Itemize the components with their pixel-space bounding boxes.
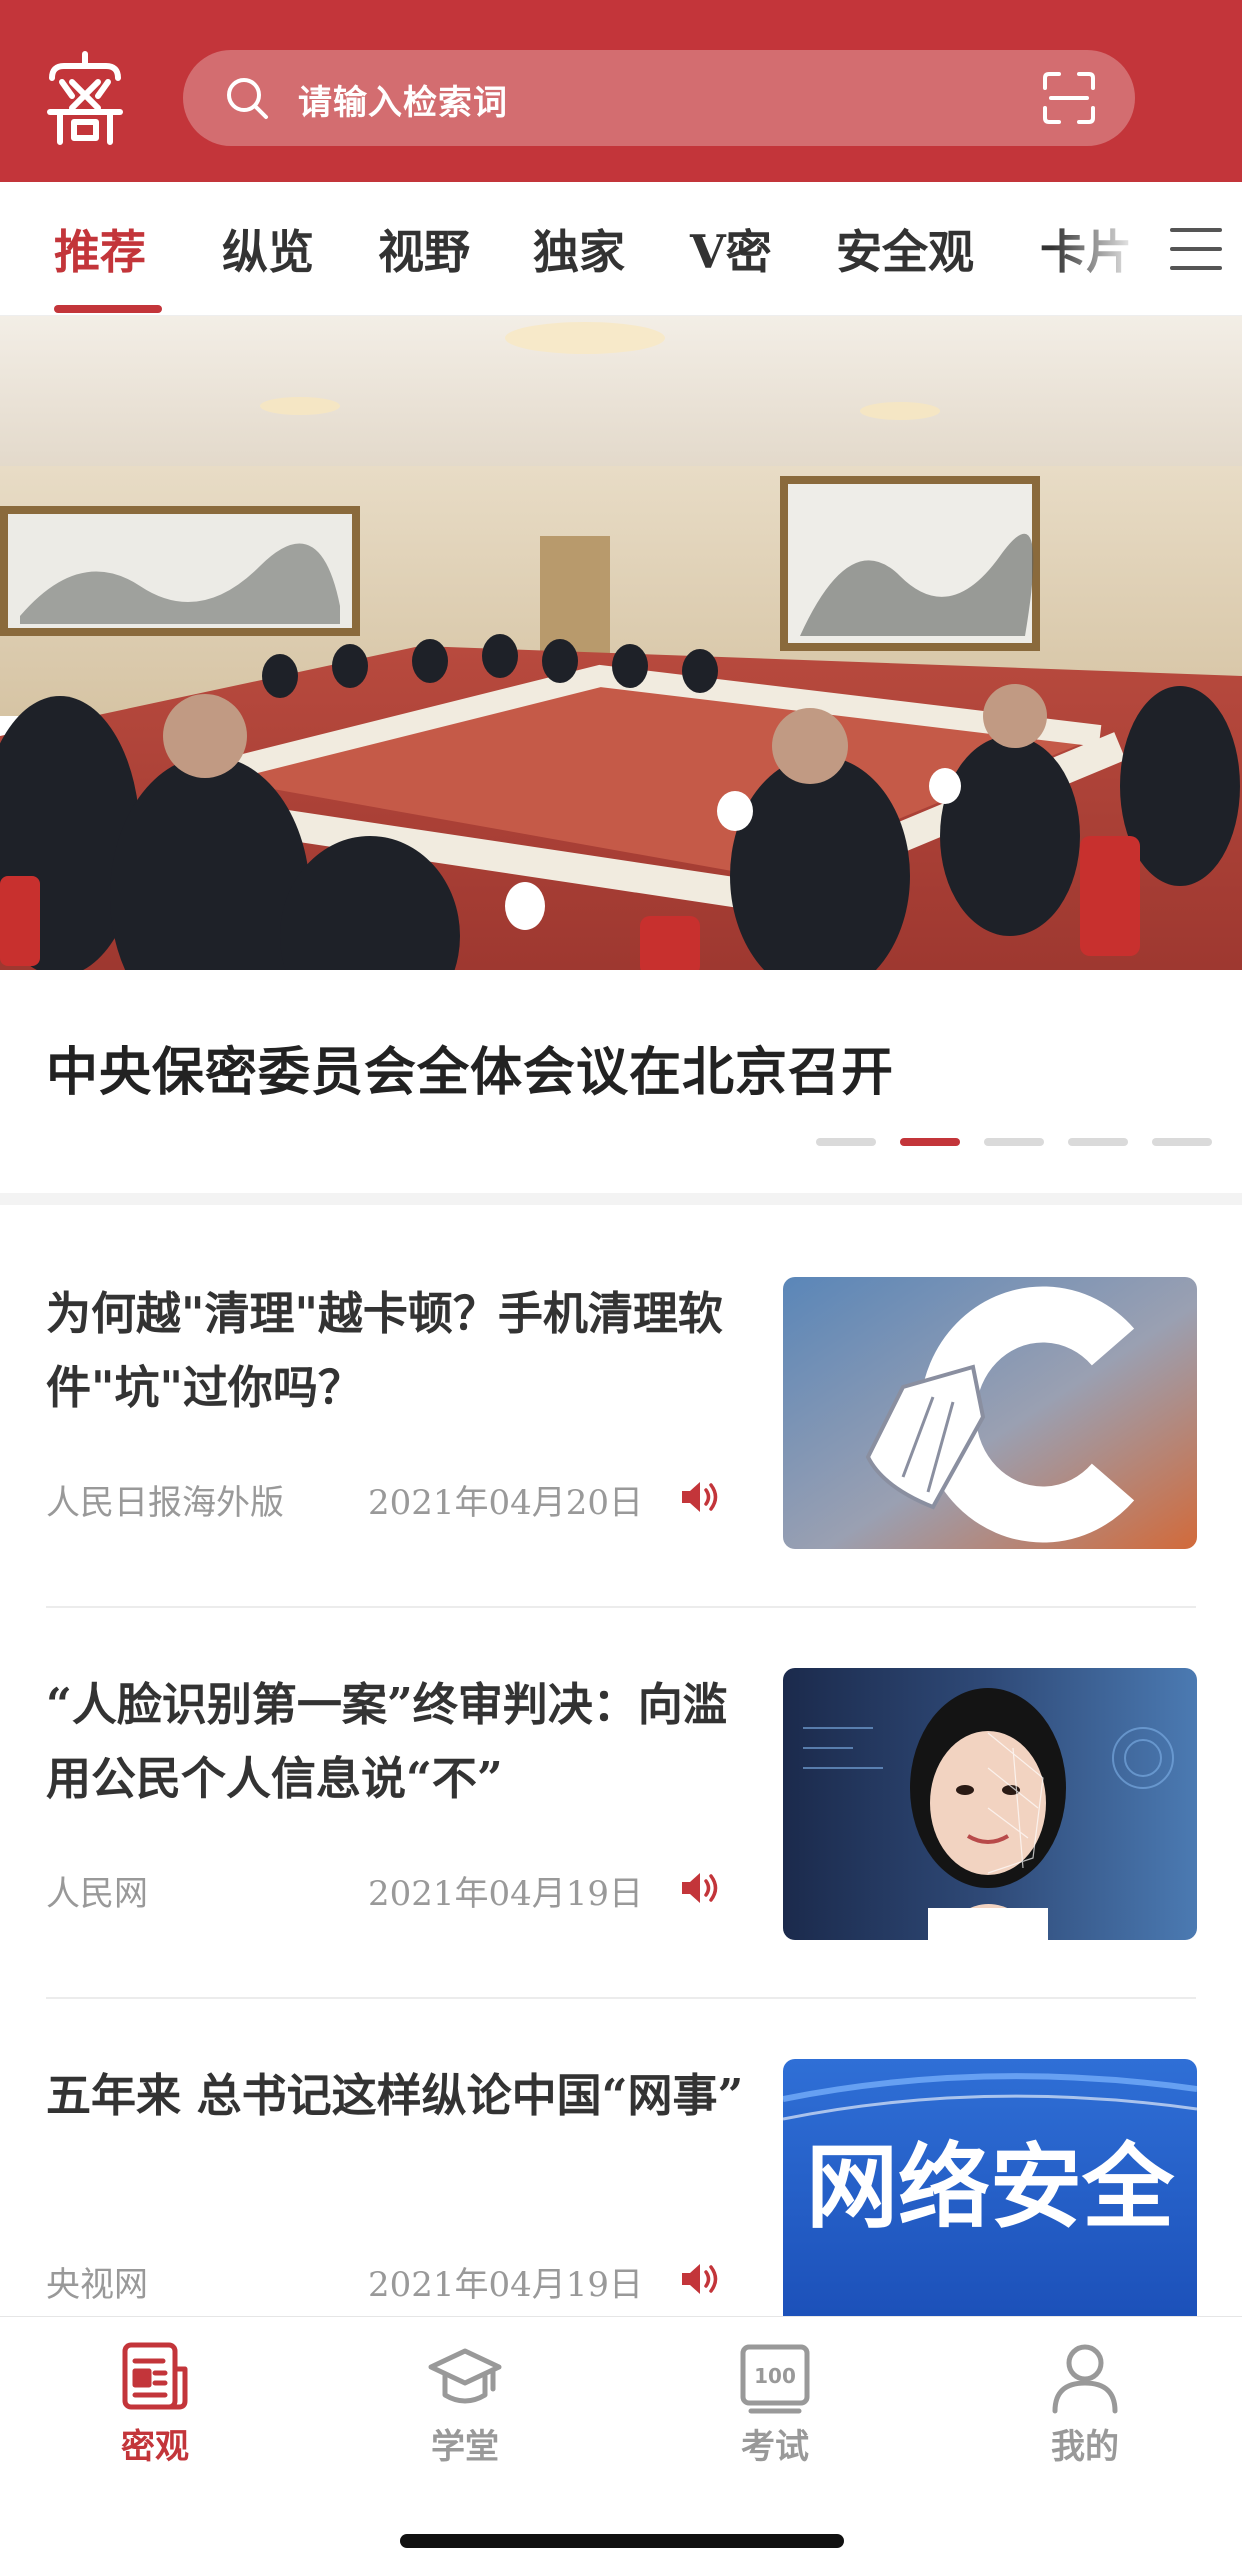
news-date: 2021年04月19日: [368, 1874, 644, 1914]
person-icon: [1052, 2344, 1118, 2414]
news-item[interactable]: “人脸识别第一案”终审判决：向滥用公民个人信息说“不” 人民网 2021年04月…: [46, 1608, 1197, 1999]
news-meta: 人民日报海外版 2021年04月20日: [46, 1475, 746, 1525]
nav-label: 密观: [121, 2427, 189, 2467]
nav-label: 学堂: [431, 2427, 499, 2467]
app-header: 请输入检索词: [0, 0, 1242, 182]
news-thumbnail[interactable]: [783, 1668, 1197, 1940]
score-100-icon: 100: [740, 2344, 810, 2414]
tab-recommend[interactable]: 推荐: [54, 216, 146, 282]
banner-meeting-photo: [0, 316, 1242, 970]
speaker-icon[interactable]: [680, 1479, 720, 1515]
svg-text:100: 100: [754, 2364, 796, 2388]
tabs-fade-overlay: [1052, 182, 1142, 315]
newspaper-icon: [122, 2342, 188, 2410]
banner-title[interactable]: 中央保密委员会全体会议在北京召开: [46, 1030, 894, 1105]
news-title[interactable]: 五年来 总书记这样纵论中国“网事”: [46, 2059, 746, 2133]
speaker-icon[interactable]: [680, 2261, 720, 2297]
tab-exclusive[interactable]: 独家: [533, 216, 625, 282]
nav-miguan[interactable]: 密观: [75, 2339, 235, 2468]
tab-v-mi[interactable]: V密: [690, 216, 772, 282]
news-date: 2021年04月19日: [368, 2265, 644, 2305]
active-tab-indicator: [54, 305, 162, 313]
category-tabs: 推荐 纵览 视野 独家 V密 安全观 卡片: [0, 182, 1242, 316]
nav-label: 我的: [1051, 2427, 1119, 2467]
seal-logo-icon[interactable]: [40, 48, 130, 148]
scan-icon[interactable]: [1041, 70, 1097, 126]
bottom-navigation: 密观 学堂 100 考试 我的: [0, 2316, 1242, 2570]
news-meta: 人民网 2021年04月19日: [46, 1866, 746, 1916]
face-recognition-image: [783, 1668, 1197, 1940]
nav-wode[interactable]: 我的: [1005, 2339, 1165, 2468]
carousel-dot-active[interactable]: [900, 1138, 960, 1146]
tab-overview[interactable]: 纵览: [222, 216, 314, 282]
news-thumbnail[interactable]: [783, 1277, 1197, 1549]
menu-lines-icon[interactable]: [1168, 224, 1224, 274]
graduation-cap-icon: [428, 2348, 502, 2404]
news-meta: 央视网 2021年04月19日: [46, 2257, 746, 2307]
news-title[interactable]: 为何越"清理"越卡顿？手机清理软件"坑"过你吗？: [46, 1277, 746, 1425]
news-title[interactable]: “人脸识别第一案”终审判决：向滥用公民个人信息说“不”: [46, 1668, 746, 1816]
network-security-image: 网络安全: [783, 2059, 1197, 2331]
search-icon: [227, 78, 268, 119]
search-input[interactable]: 请输入检索词: [298, 75, 508, 124]
home-indicator[interactable]: [400, 2534, 844, 2548]
banner-caption-card[interactable]: 中央保密委员会全体会议在北京召开: [0, 970, 1242, 1205]
news-item[interactable]: 为何越"清理"越卡顿？手机清理软件"坑"过你吗？ 人民日报海外版 2021年04…: [46, 1217, 1197, 1608]
news-source: 人民网: [46, 1874, 148, 1914]
news-thumbnail[interactable]: 网络安全: [783, 2059, 1197, 2331]
nav-kaoshi[interactable]: 100 考试: [695, 2339, 855, 2468]
carousel-indicators: [816, 1138, 1212, 1146]
nav-xuetang[interactable]: 学堂: [385, 2339, 545, 2468]
carousel-dot[interactable]: [984, 1138, 1044, 1146]
news-source: 央视网: [46, 2265, 148, 2305]
search-bar[interactable]: 请输入检索词: [183, 50, 1135, 146]
news-date: 2021年04月20日: [368, 1483, 644, 1523]
tab-security-view[interactable]: 安全观: [836, 216, 974, 282]
news-source: 人民日报海外版: [46, 1483, 284, 1523]
carousel-dot[interactable]: [816, 1138, 876, 1146]
tab-vision[interactable]: 视野: [378, 216, 470, 282]
cleaner-app-image: [783, 1277, 1197, 1549]
thumbnail-caption: 网络安全: [806, 2134, 1175, 2241]
speaker-icon[interactable]: [680, 1870, 720, 1906]
carousel-dot[interactable]: [1068, 1138, 1128, 1146]
nav-label: 考试: [741, 2427, 809, 2467]
banner-carousel[interactable]: [0, 316, 1242, 970]
carousel-dot[interactable]: [1152, 1138, 1212, 1146]
